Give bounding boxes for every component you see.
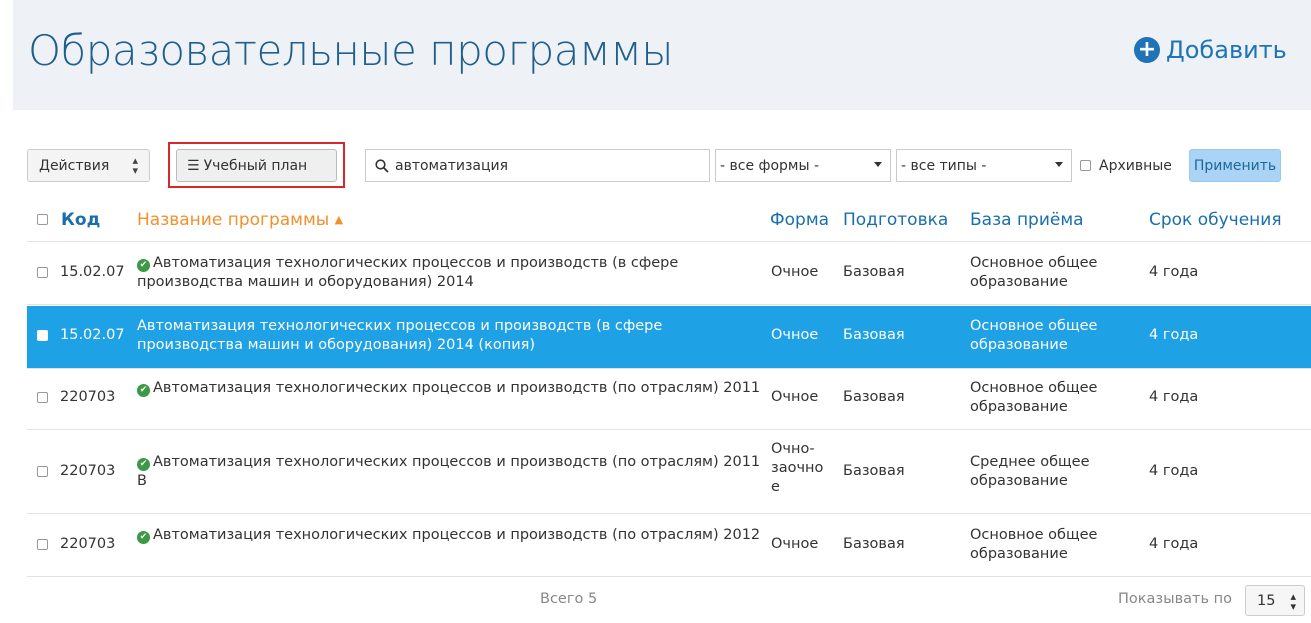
divider [27,429,1311,430]
row-checkbox[interactable] [37,267,48,278]
apply-button-label: Применить [1193,157,1277,174]
types-select-value: - все типы - [901,157,987,174]
list-ordered-icon: ☰ [187,157,200,174]
row-checkbox[interactable] [37,392,48,403]
cell-name-text: Автоматизация технологических процессов … [137,454,761,489]
per-page-value: 15 [1257,592,1276,609]
divider [27,513,1311,514]
cell-prep: Базовая [843,264,905,280]
cell-form: Очное [771,264,819,280]
cell-term: 4 года [1149,327,1199,343]
cell-base: Основное общее образование [970,318,1098,353]
caret-down-icon [874,162,882,167]
row-checkbox[interactable] [37,466,48,477]
cell-form: Очное [771,389,819,405]
column-header-name-label: Название программы [137,210,330,230]
select-all-checkbox[interactable] [37,214,48,225]
cell-prep: Базовая [843,463,905,479]
cell-prep: Базовая [843,327,905,343]
total-count: Всего 5 [540,591,598,607]
cell-name-text: Автоматизация технологических процессов … [153,380,761,396]
cell-name-text: Автоматизация технологических процессов … [153,527,761,543]
caret-down-icon [1055,162,1063,167]
divider [27,576,1311,577]
cell-term: 4 года [1149,389,1199,405]
curriculum-plan-label: Учебный план [203,157,308,174]
column-header-name[interactable]: Название программы ▲ [137,210,343,230]
archive-label: Архивные [1099,157,1172,174]
column-header-prep-label: Подготовка [843,210,949,230]
cell-name[interactable]: ✔ Автоматизация технологических процессов… [137,526,767,545]
cell-form: Очное [771,536,819,552]
cell-form: Очно- заочно е [771,440,831,497]
column-header-code-label: Код [61,210,101,230]
cell-code: 220703 [60,463,116,479]
actions-select[interactable]: Действия ▴ ▾ [27,149,150,182]
check-circle-icon: ✔ [137,531,150,544]
cell-code: 15.02.07 [60,264,125,280]
cell-code: 15.02.07 [60,327,125,343]
cell-form-line: Очно- [771,441,815,457]
add-button-label: Добавить [1166,36,1287,64]
cell-term: 4 года [1149,536,1199,552]
cell-name[interactable]: Автоматизация технологических процессов … [137,317,767,355]
actions-label: Действия [39,157,110,174]
divider [27,241,1311,242]
plus-circle-icon: + [1134,37,1160,63]
cell-base: Среднее общее образование [970,454,1090,489]
check-circle-icon: ✔ [137,384,150,397]
row-checkbox[interactable] [37,330,48,341]
cell-name-text: Автоматизация технологических процессов … [137,255,679,290]
cell-term: 4 года [1149,264,1199,280]
curriculum-plan-button[interactable]: ☰ Учебный план [176,149,337,182]
cell-form-line: е [771,479,780,495]
types-select[interactable]: - все типы - [896,149,1072,182]
cell-name[interactable]: ✔ Автоматизация технологических процессов… [137,379,767,398]
column-header-term[interactable]: Срок обучения [1149,210,1282,230]
column-header-form[interactable]: Форма [770,210,829,230]
search-icon [375,158,389,173]
cell-prep: Базовая [843,389,905,405]
column-header-code[interactable]: Код [61,210,100,230]
updown-icon: ▴ ▾ [1290,590,1296,613]
check-circle-icon: ✔ [137,259,150,272]
cell-name[interactable]: ✔ Автоматизация технологических процессов… [137,254,767,292]
column-header-base-label: База приёма [970,210,1084,230]
cell-form: Очное [771,327,819,343]
cell-base: Основное общее образование [970,380,1098,415]
column-header-base[interactable]: База приёма [970,210,1084,230]
cell-form-line: заочно [771,460,824,476]
cell-code: 220703 [60,389,116,405]
cell-term: 4 года [1149,463,1199,479]
divider [27,304,1311,305]
updown-icon: ▴ ▾ [132,154,138,177]
cell-code: 220703 [60,536,116,552]
sort-up-icon: ▲ [334,213,344,226]
check-circle-icon: ✔ [137,458,150,471]
page-title: Образовательные программы [28,26,674,75]
forms-select[interactable]: - все формы - [715,149,891,182]
row-checkbox[interactable] [37,539,48,550]
column-header-term-label: Срок обучения [1149,210,1282,230]
archive-toggle[interactable]: Архивные [1080,149,1172,182]
cell-prep: Базовая [843,536,905,552]
cell-base: Основное общее образование [970,527,1098,562]
per-page-select[interactable]: 15 ▴ ▾ [1245,585,1305,616]
cell-base: Основное общее образование [970,255,1098,290]
per-page-label: Показывать по [1118,591,1232,607]
search-box [365,149,710,182]
column-header-prep[interactable]: Подготовка [843,210,948,230]
search-input[interactable] [395,157,695,174]
divider [27,368,1311,369]
archive-checkbox[interactable] [1080,160,1091,171]
add-button[interactable]: + Добавить [1134,36,1287,64]
apply-button[interactable]: Применить [1189,149,1281,182]
forms-select-value: - все формы - [720,157,820,174]
cell-name[interactable]: ✔ Автоматизация технологических процессов… [137,453,767,491]
column-header-form-label: Форма [770,210,830,230]
